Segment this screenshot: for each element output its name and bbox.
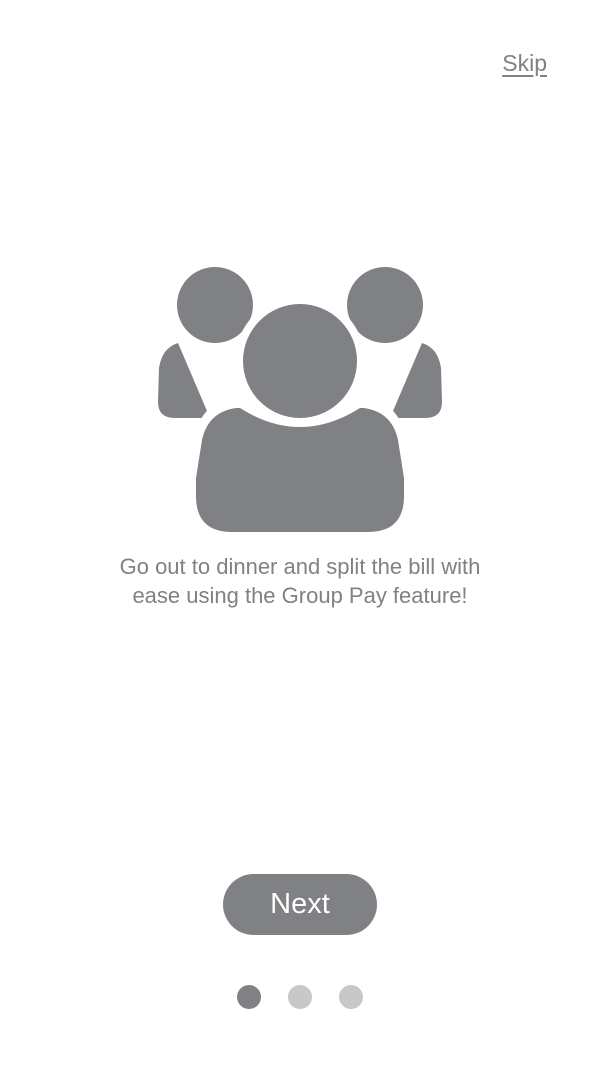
next-button[interactable]: Next (223, 874, 377, 935)
group-users-icon (158, 267, 442, 540)
onboarding-screen: Skip Go out to dinner and split the bill… (0, 0, 600, 1066)
page-indicator (0, 985, 600, 1009)
caption-line-1: Go out to dinner and split the bill with (119, 554, 481, 579)
skip-link[interactable]: Skip (502, 50, 547, 77)
feature-caption: Go out to dinner and split the bill with… (60, 552, 540, 610)
caption-line-2: ease using the Group Pay feature! (132, 583, 468, 608)
group-users-illustration (156, 264, 444, 540)
page-dot-2[interactable] (288, 985, 312, 1009)
page-dot-1[interactable] (237, 985, 261, 1009)
page-dot-3[interactable] (339, 985, 363, 1009)
